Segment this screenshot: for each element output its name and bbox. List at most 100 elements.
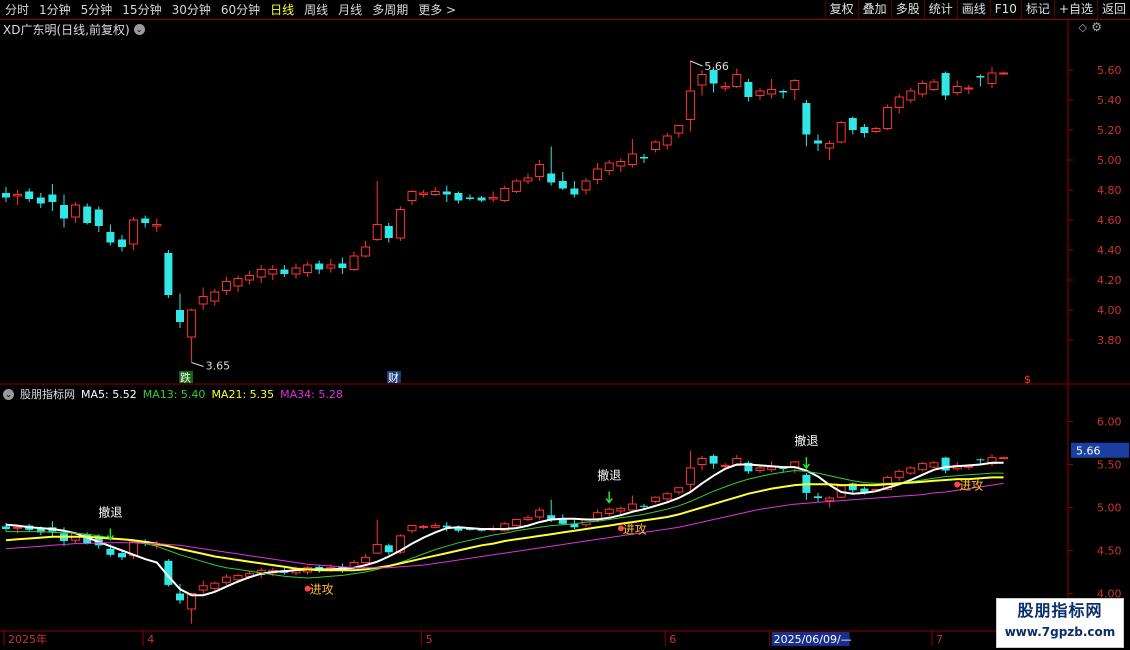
diamond-icon[interactable]: ◇ xyxy=(1079,21,1087,34)
toolbar-button-3[interactable]: 统计 xyxy=(923,0,957,19)
price-tick-label-0: 5.60 xyxy=(1097,64,1122,77)
ind-candle-body-55 xyxy=(640,505,648,507)
ind-candle-body-78 xyxy=(906,467,916,474)
price-candle-body-74 xyxy=(860,127,869,133)
price-candle-body-8 xyxy=(94,209,103,226)
watermark-title: 股朋指标网 xyxy=(1017,601,1103,620)
price-candle-body-19 xyxy=(221,281,231,291)
ind-candle-body-61 xyxy=(709,455,718,464)
ind-candle-body-62 xyxy=(720,464,730,467)
ind-candle-body-4 xyxy=(48,527,57,532)
ma34-label: MA34: 5.28 xyxy=(280,387,343,401)
price-candle-body-82 xyxy=(952,86,962,93)
toolbar-button-0[interactable]: 复权 xyxy=(824,0,858,19)
ind-candle-body-77 xyxy=(894,470,904,478)
price-tick-label-3: 5.00 xyxy=(1097,154,1122,167)
price-candle-body-7 xyxy=(83,206,92,223)
price-candle-body-6 xyxy=(71,204,81,218)
marker-cai-bg xyxy=(387,371,401,383)
ind-candle-body-76 xyxy=(883,476,893,490)
price-candle-body-73 xyxy=(848,118,857,130)
high-pointer xyxy=(690,60,703,67)
price-candle-body-26 xyxy=(303,264,313,273)
ind-candle-body-83 xyxy=(964,465,974,468)
price-candle-body-1 xyxy=(13,194,23,197)
ind-candle-body-10 xyxy=(118,553,126,558)
ind-candle-body-51 xyxy=(593,512,603,520)
price-candle-body-46 xyxy=(535,164,545,177)
ind-candle-body-14 xyxy=(164,560,173,585)
toolbar-button-6[interactable]: 标记 xyxy=(1020,0,1054,19)
price-candle-body-44 xyxy=(511,180,521,192)
line-ma5 xyxy=(5,461,1004,597)
period-tab-10[interactable]: 更多 > xyxy=(413,1,461,18)
chevron-down-icon[interactable]: ⌄ xyxy=(133,23,145,35)
period-tab-1[interactable]: 1分钟 xyxy=(34,1,76,18)
price-candle-body-66 xyxy=(767,89,777,95)
price-candle-body-57 xyxy=(662,135,672,146)
price-candle-body-4 xyxy=(48,194,57,202)
price-candle-body-15 xyxy=(176,310,184,322)
ind-candle-body-80 xyxy=(929,462,939,468)
watermark-url: www.7gpzb.com xyxy=(1004,625,1116,639)
period-tab-4[interactable]: 30分钟 xyxy=(167,1,216,18)
ind-candle-body-71 xyxy=(825,497,835,502)
ind-candle-body-81 xyxy=(941,457,950,471)
ind-candle-body-33 xyxy=(384,545,393,553)
price-candle-body-81 xyxy=(941,73,950,96)
price-candle-body-31 xyxy=(361,246,371,257)
price-tick-label-9: 3.80 xyxy=(1097,334,1122,347)
period-tab-2[interactable]: 5分钟 xyxy=(76,1,118,18)
ind-candle-body-82 xyxy=(952,464,962,470)
toolbar-button-5[interactable]: F10 xyxy=(989,0,1021,19)
price-candle-body-52 xyxy=(604,162,614,171)
retreat-label-1: 撤退 xyxy=(597,468,621,483)
price-candle-body-60 xyxy=(697,74,707,86)
period-tab-9[interactable]: 多周期 xyxy=(367,1,413,18)
toolbar-button-2[interactable]: 多股 xyxy=(890,0,924,19)
ind-candle-body-2 xyxy=(25,525,34,530)
ind-candle-body-68 xyxy=(790,461,800,468)
toolbar-button-1[interactable]: 叠加 xyxy=(857,0,891,19)
ind-tick-label-2: 5.00 xyxy=(1097,502,1122,515)
ind-candle-body-34 xyxy=(395,535,405,553)
ind-candle-body-42 xyxy=(488,528,498,531)
ind-candle-body-60 xyxy=(697,457,707,466)
price-candle-body-43 xyxy=(500,188,510,201)
price-candle-body-2 xyxy=(25,191,34,199)
period-tab-8[interactable]: 月线 xyxy=(333,1,367,18)
ind-candle-body-15 xyxy=(176,593,184,601)
toolbar-button-4[interactable]: 画线 xyxy=(956,0,990,19)
indicator-menu-icon[interactable]: ⌄ xyxy=(3,388,14,400)
price-candle-body-9 xyxy=(106,232,115,243)
line-ma13 xyxy=(6,469,1004,579)
price-candle-body-53 xyxy=(616,161,626,167)
period-tab-6[interactable]: 日线 xyxy=(265,1,299,18)
period-tabs: 分时 1分钟 5分钟 15分钟 30分钟 60分钟 日线 周线 月线 多周期 更多 > xyxy=(0,0,461,19)
price-candle-body-80 xyxy=(929,81,939,90)
price-candle-body-22 xyxy=(256,269,266,278)
price-candle-body-14 xyxy=(164,253,173,295)
ind-candle-body-22 xyxy=(256,569,266,576)
toolbar-button-7[interactable]: +自选 xyxy=(1053,0,1097,19)
ind-candle-body-7 xyxy=(83,534,92,544)
gear-icon[interactable]: ⚙ xyxy=(1091,20,1102,34)
price-candle-body-11 xyxy=(129,219,139,245)
x-cursor-box xyxy=(771,632,850,646)
price-candle-body-33 xyxy=(384,226,393,238)
period-tab-0[interactable]: 分时 xyxy=(0,1,34,18)
period-tab-7[interactable]: 周线 xyxy=(299,1,333,18)
retreat-arrow-0 xyxy=(106,528,114,541)
attack-label-1: 进攻 xyxy=(623,522,647,536)
ind-candle-body-24 xyxy=(280,570,289,573)
period-tab-5[interactable]: 60分钟 xyxy=(216,1,265,18)
line-ma21 xyxy=(5,476,1004,572)
price-candle-body-23 xyxy=(268,269,278,275)
ind-candle-body-27 xyxy=(315,566,324,571)
period-tab-3[interactable]: 15分钟 xyxy=(117,1,166,18)
ind-candle-body-75 xyxy=(871,488,881,492)
toolbar-button-8[interactable]: 返回 xyxy=(1096,0,1130,19)
ind-candle-body-86 xyxy=(999,457,1009,460)
ind-candle-body-17 xyxy=(198,585,208,591)
ind-candle-body-23 xyxy=(268,569,278,574)
